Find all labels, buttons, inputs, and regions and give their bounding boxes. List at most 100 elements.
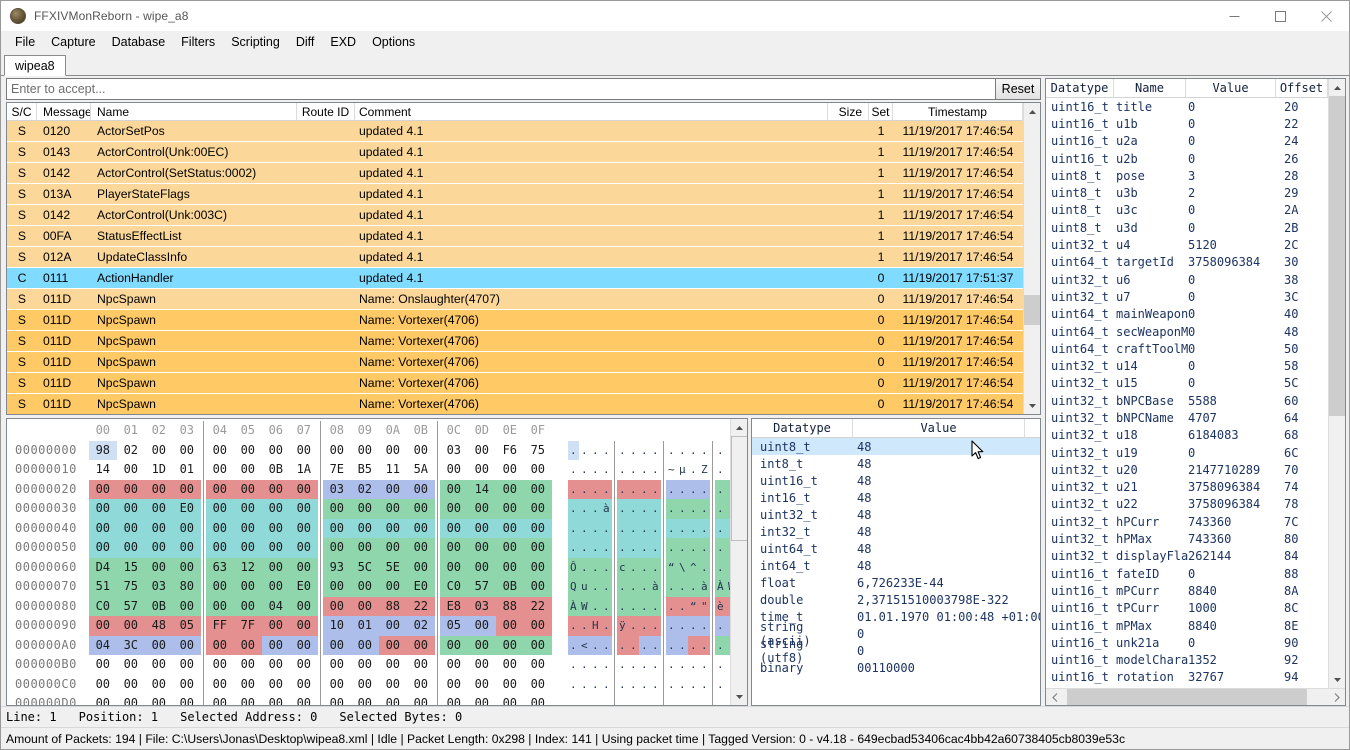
hex-ascii-char[interactable]: .: [665, 538, 677, 558]
col-header-timestamp[interactable]: Timestamp: [893, 103, 1023, 121]
hex-byte[interactable]: 10: [322, 616, 351, 636]
hex-ascii-char[interactable]: .: [715, 441, 726, 461]
hex-ascii-char[interactable]: .: [568, 460, 579, 480]
hex-byte[interactable]: 00: [144, 499, 173, 519]
hex-byte[interactable]: 00: [290, 655, 318, 675]
hex-scrollbar[interactable]: [730, 419, 747, 705]
hex-byte[interactable]: 00: [523, 499, 552, 519]
hex-byte-row[interactable]: 00 00 00 00 00 00 00 00 00 00 00 00 00 00 00 00: [87, 694, 554, 705]
hex-byte[interactable]: 00: [523, 479, 552, 499]
hex-ascii-char[interactable]: .: [627, 635, 639, 655]
table-row[interactable]: S 011D NpcSpawn Name: Vortexer(4706) 0 11/19/…: [7, 310, 1023, 331]
hex-ascii-char[interactable]: “: [687, 596, 699, 616]
hex-ascii-char[interactable]: .: [687, 616, 699, 636]
hex-byte[interactable]: 5A: [407, 460, 435, 480]
hex-byte[interactable]: 00: [173, 675, 201, 695]
hex-ascii-char[interactable]: .: [638, 518, 650, 538]
hex-byte[interactable]: E0: [172, 499, 201, 519]
hex-ascii-char[interactable]: .: [600, 577, 612, 597]
hex-byte[interactable]: 00: [290, 441, 318, 461]
table-row[interactable]: S 0142 ActorControl(SetStatus:0002) updated…: [7, 163, 1023, 184]
hex-ascii-char[interactable]: ": [698, 596, 710, 616]
hex-byte[interactable]: 22: [406, 596, 435, 616]
hex-byte[interactable]: 00: [523, 616, 552, 636]
hex-byte[interactable]: 00: [378, 479, 407, 499]
hex-byte[interactable]: 02: [117, 441, 145, 461]
hex-byte[interactable]: C0: [88, 596, 117, 616]
hex-byte[interactable]: 00: [468, 441, 496, 461]
hex-ascii-char[interactable]: .: [616, 499, 628, 519]
table-row[interactable]: S 012A UpdateClassInfo updated 4.1 1 11/19/20…: [7, 247, 1023, 268]
hex-ascii-char[interactable]: .: [650, 675, 661, 695]
hex-byte[interactable]: 00: [406, 557, 435, 577]
struct-scroll-up-icon[interactable]: [1328, 79, 1345, 96]
datatype-col-header-value[interactable]: Value: [853, 419, 1025, 437]
hex-ascii-row[interactable]: ...à............: [566, 499, 730, 519]
struct-row[interactable]: uint16_t u2a 0 24: [1046, 133, 1328, 150]
hex-byte[interactable]: 00: [89, 694, 117, 705]
hex-ascii-row[interactable]: ..............öu: [566, 440, 730, 461]
hex-byte[interactable]: 00: [378, 577, 407, 597]
struct-row[interactable]: uint16_t mPCurr 8840 8A: [1046, 582, 1328, 599]
hex-byte[interactable]: 00: [523, 557, 552, 577]
hex-ascii-char[interactable]: .: [639, 441, 650, 461]
hex-ascii-char[interactable]: .: [639, 694, 650, 705]
hex-byte[interactable]: 00: [468, 460, 496, 480]
hex-ascii-char[interactable]: .: [627, 499, 639, 519]
struct-row[interactable]: uint16_t mPMax 8840 8E: [1046, 617, 1328, 634]
hex-byte[interactable]: 00: [467, 616, 496, 636]
hex-byte[interactable]: 57: [467, 577, 496, 597]
hex-byte[interactable]: 00: [261, 518, 290, 538]
hex-ascii-char[interactable]: .: [578, 538, 590, 558]
hex-byte[interactable]: 00: [495, 557, 524, 577]
hex-byte[interactable]: 7E: [323, 460, 351, 480]
hex-ascii-char[interactable]: .: [677, 675, 688, 695]
hex-byte[interactable]: E0: [289, 577, 318, 597]
struct-row[interactable]: uint32_t hPCurr 743360 7C: [1046, 513, 1328, 530]
hex-ascii-char[interactable]: .: [698, 635, 710, 655]
hex-ascii-char[interactable]: .: [688, 655, 699, 675]
hex-ascii-char[interactable]: .: [665, 577, 677, 597]
hex-byte-row[interactable]: C0 57 0B 00 00 00 04 00 00 00 88 22 E8 03 88 22: [87, 596, 554, 616]
hex-ascii-char[interactable]: .: [628, 655, 639, 675]
datatype-row[interactable]: binary 00110000: [752, 659, 1040, 676]
hex-byte[interactable]: 00: [206, 675, 234, 695]
hex-scroll-up-icon[interactable]: [730, 419, 747, 436]
hex-byte[interactable]: 00: [378, 635, 407, 655]
hex-ascii-char[interactable]: .: [579, 460, 590, 480]
hex-byte[interactable]: 93: [322, 557, 351, 577]
hex-byte[interactable]: 00: [262, 655, 290, 675]
datatype-row[interactable]: float 6,726233E-44: [752, 574, 1040, 591]
struct-row[interactable]: uint8_t pose 3 28: [1046, 167, 1328, 184]
hex-ascii-char[interactable]: .: [649, 557, 661, 577]
hex-byte[interactable]: 00: [206, 694, 234, 705]
close-button[interactable]: [1303, 1, 1349, 31]
hex-byte[interactable]: 00: [145, 675, 173, 695]
hex-byte[interactable]: 00: [290, 694, 318, 705]
hex-ascii-char[interactable]: .: [589, 635, 601, 655]
hex-byte[interactable]: D4: [88, 557, 117, 577]
hex-ascii-char[interactable]: .: [628, 694, 639, 705]
hex-byte-row[interactable]: 14 00 1D 01 00 00 0B 1A 7E B5 11 5A 00 00 00 00: [87, 460, 554, 480]
struct-row[interactable]: uint16_t fateID 0 88: [1046, 565, 1328, 582]
hex-byte[interactable]: 00: [233, 635, 262, 655]
struct-row[interactable]: uint32_t u14 0 58: [1046, 357, 1328, 374]
datatype-row[interactable]: int8_t 48: [752, 455, 1040, 472]
hex-ascii-char[interactable]: .: [567, 538, 579, 558]
struct-row[interactable]: uint8_t u3b 2 29: [1046, 184, 1328, 201]
col-header-set[interactable]: Set: [869, 103, 893, 121]
hex-byte[interactable]: 00: [350, 596, 379, 616]
hex-ascii-row[interactable]: ................: [566, 479, 730, 499]
hex-byte[interactable]: 00: [289, 499, 318, 519]
struct-hscroll-thumb[interactable]: [1067, 688, 1307, 705]
hex-byte[interactable]: 00: [262, 675, 290, 695]
hex-byte[interactable]: 00: [322, 518, 351, 538]
hex-byte[interactable]: 00: [524, 694, 552, 705]
hex-byte[interactable]: 00: [323, 441, 351, 461]
hex-byte[interactable]: 00: [440, 675, 468, 695]
hex-ascii-char[interactable]: .: [649, 538, 661, 558]
hex-byte[interactable]: 00: [88, 518, 117, 538]
struct-col-header-offset[interactable]: Offset: [1276, 79, 1328, 97]
tab-wipea8[interactable]: wipea8: [4, 55, 66, 76]
hex-byte[interactable]: 00: [407, 655, 435, 675]
